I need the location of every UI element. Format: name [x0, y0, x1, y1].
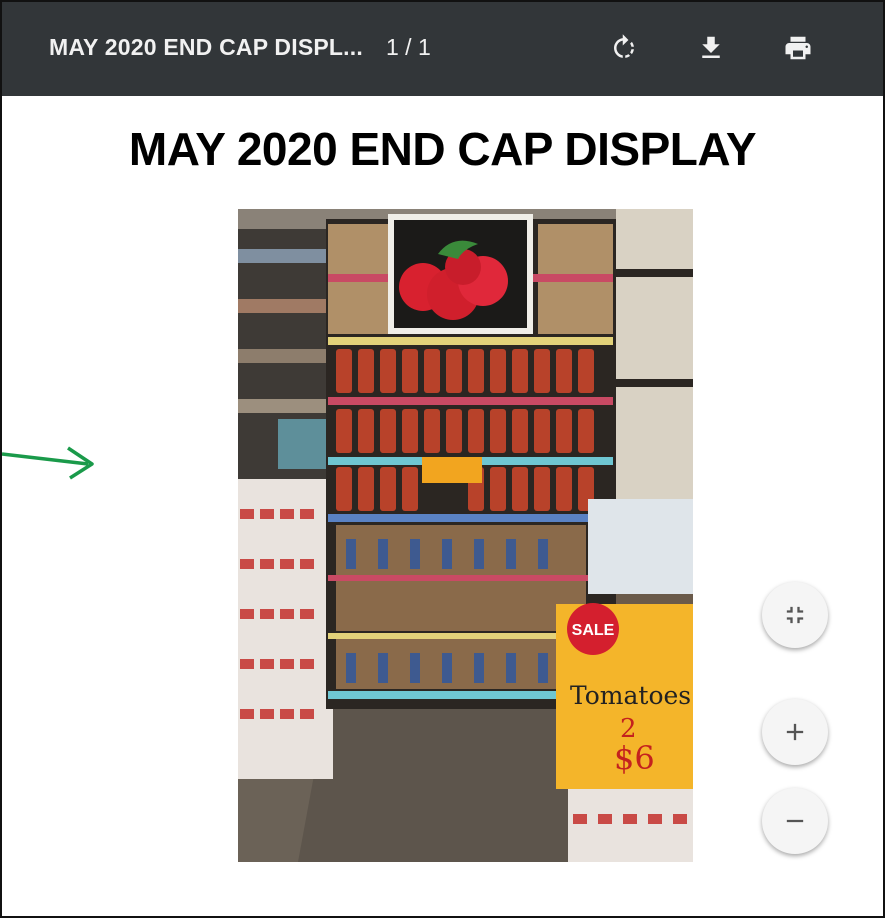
- print-icon: [785, 36, 811, 60]
- sign-product-text: Tomatoes: [570, 681, 691, 710]
- download-button[interactable]: [691, 28, 731, 68]
- zoom-in-button[interactable]: [762, 699, 828, 765]
- sign-price-text: $6: [614, 739, 655, 777]
- viewer-toolbar: MAY 2020 END CAP DISPL... 1 / 1: [2, 2, 883, 96]
- zoom-in-icon: [786, 723, 804, 741]
- page-heading: MAY 2020 END CAP DISPLAY: [128, 123, 757, 175]
- store-display-illustration: SALE Tomatoes 2 $6: [238, 209, 693, 862]
- fit-to-page-icon: [786, 606, 804, 624]
- fit-to-page-button[interactable]: [762, 582, 828, 648]
- rotate-button[interactable]: [604, 28, 644, 68]
- rotate-icon: [614, 34, 634, 58]
- document-title: MAY 2020 END CAP DISPL...: [49, 34, 363, 60]
- download-icon: [702, 36, 720, 58]
- pdf-viewer: MAY 2020 END CAP DISPL... 1 / 1 MAY 2020…: [0, 0, 885, 918]
- zoom-out-icon: [786, 819, 804, 823]
- sale-badge-text: SALE: [572, 622, 615, 639]
- zoom-out-button[interactable]: [762, 788, 828, 854]
- end-cap-display-photo: SALE Tomatoes 2 $6: [238, 209, 693, 862]
- page-indicator: 1 / 1: [386, 34, 431, 60]
- green-arrow-icon: [2, 446, 94, 480]
- print-button[interactable]: [778, 28, 818, 68]
